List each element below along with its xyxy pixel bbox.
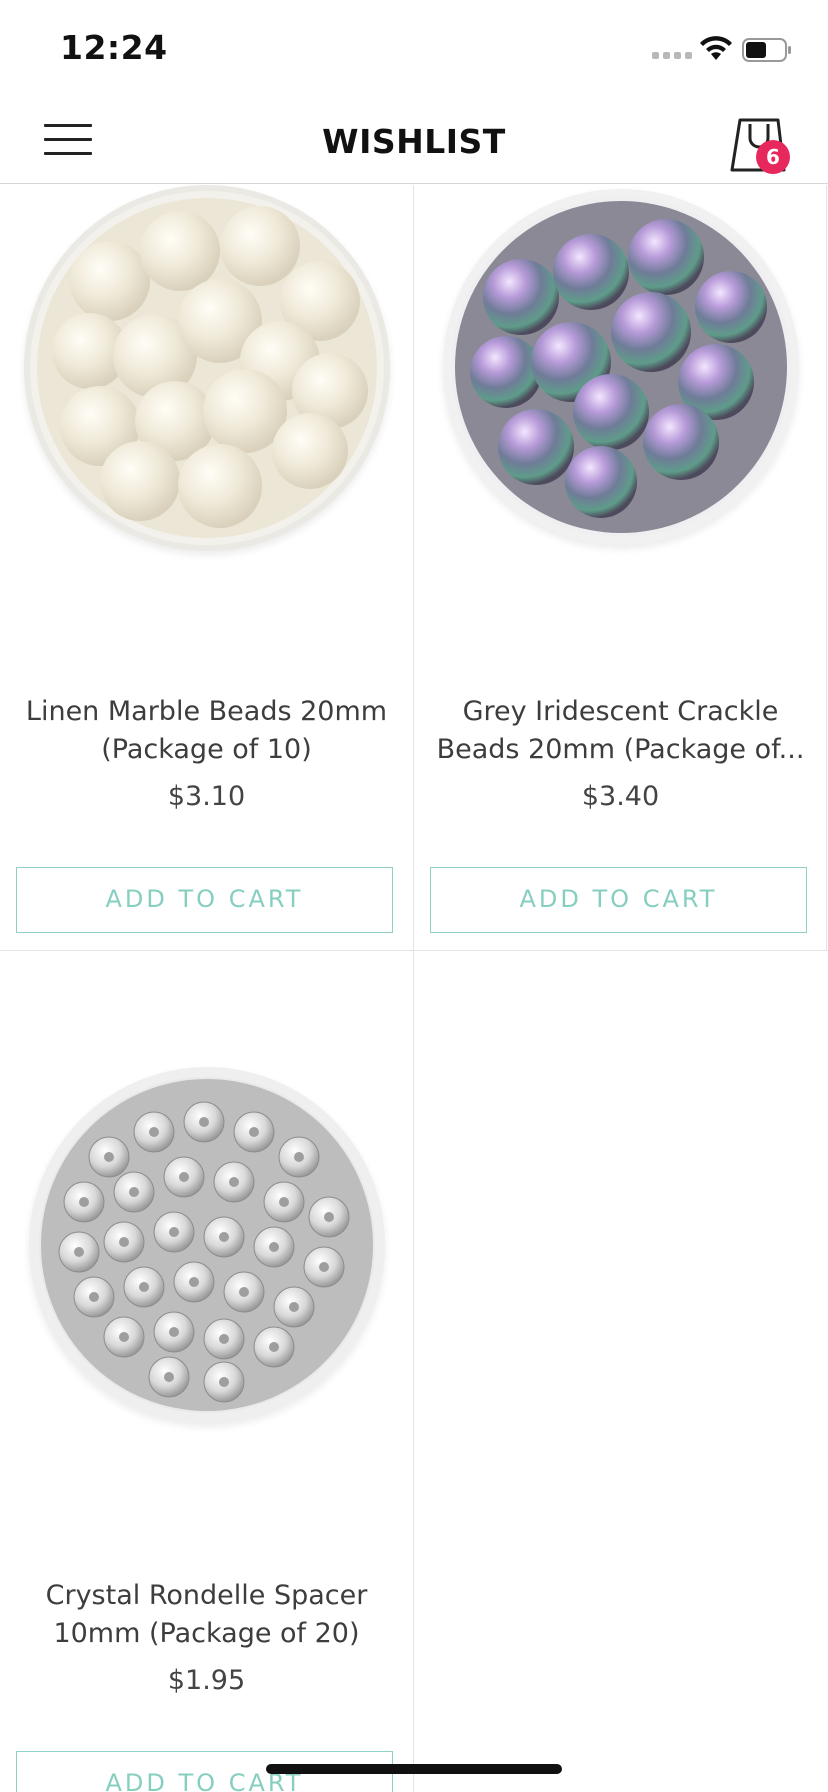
- product-price: $3.40: [581, 781, 660, 812]
- product-image: [28, 1067, 385, 1423]
- product-image-link[interactable]: [0, 185, 413, 585]
- status-time: 12:24: [60, 28, 168, 67]
- add-to-cart-button[interactable]: ADD TO CART: [430, 867, 807, 933]
- product-name[interactable]: Crystal Rondelle Spacer 10mm (Package of…: [20, 1577, 393, 1653]
- product-image: [442, 189, 799, 545]
- home-indicator: [266, 1764, 562, 1774]
- product-price: $1.95: [167, 1665, 246, 1696]
- product-card: Linen Marble Beads 20mm (Package of 10) …: [0, 185, 413, 950]
- page-title: WISHLIST: [322, 122, 506, 161]
- product-name[interactable]: Grey Iridescent Crackle Beads 20mm (Pack…: [434, 693, 807, 769]
- battery-icon: [742, 38, 791, 62]
- add-to-cart-button[interactable]: ADD TO CART: [16, 867, 393, 933]
- product-name[interactable]: Linen Marble Beads 20mm (Package of 10): [20, 693, 393, 769]
- status-bar: 12:24: [0, 0, 828, 96]
- wifi-icon: [700, 36, 732, 60]
- product-card: Crystal Rondelle Spacer 10mm (Package of…: [0, 951, 413, 1792]
- cart-count-badge: 6: [756, 140, 790, 174]
- wishlist-grid: Linen Marble Beads 20mm (Package of 10) …: [0, 185, 828, 1792]
- product-card: Grey Iridescent Crackle Beads 20mm (Pack…: [414, 185, 827, 950]
- product-price: $3.10: [167, 781, 246, 812]
- product-image-link[interactable]: [414, 185, 827, 585]
- cellular-signal-icon: [652, 52, 692, 59]
- product-image: [23, 185, 390, 551]
- app-header: WISHLIST 6: [0, 96, 828, 184]
- product-image-link[interactable]: [0, 1067, 413, 1467]
